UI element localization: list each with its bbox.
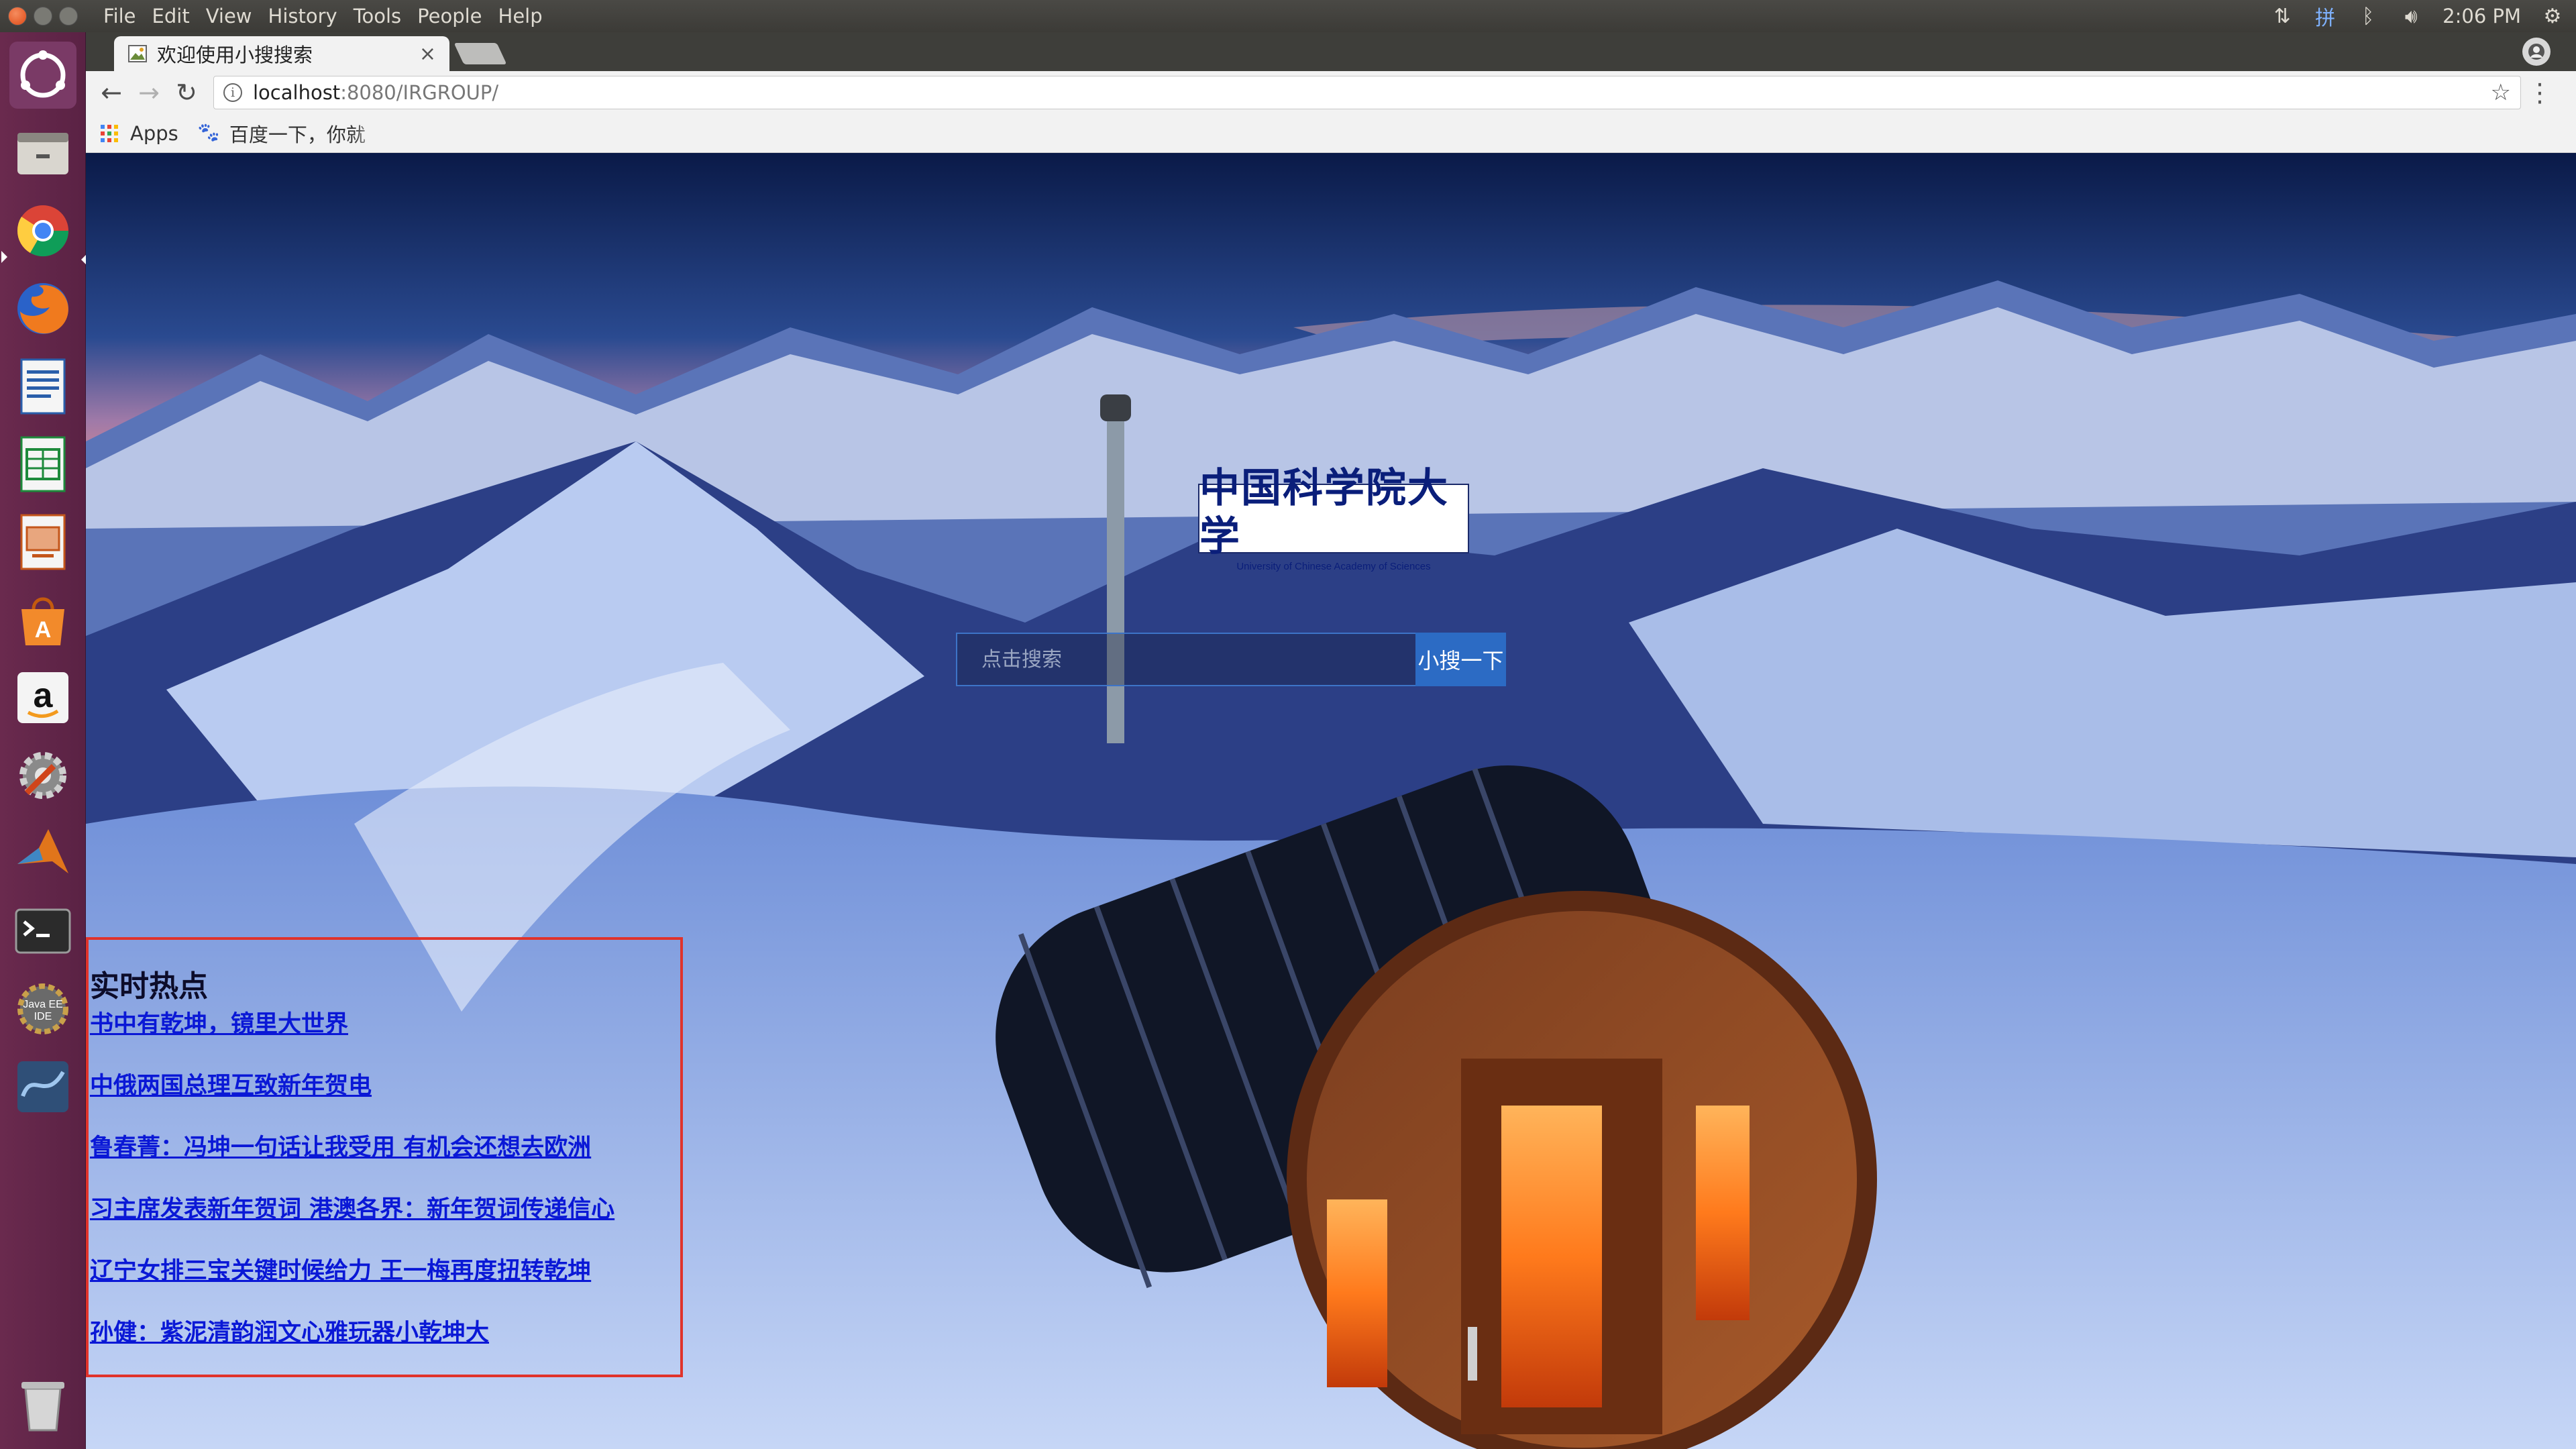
bookmark-baidu-label: 百度一下，你就 bbox=[229, 123, 366, 146]
profile-avatar-icon[interactable] bbox=[2522, 38, 2551, 66]
hot-topic-link[interactable]: 辽宁女排三宝关键时候给力 王一梅再度扭转乾坤 bbox=[90, 1256, 680, 1286]
svg-text:a: a bbox=[34, 676, 54, 715]
running-indicator bbox=[1, 251, 7, 263]
libreoffice-writer-icon[interactable] bbox=[9, 353, 76, 420]
svg-text:Java EE: Java EE bbox=[23, 999, 63, 1010]
input-method-icon[interactable]: 拼 bbox=[2314, 5, 2337, 30]
menu-people[interactable]: People bbox=[409, 0, 490, 32]
volume-icon[interactable]: 🔊︎ bbox=[2400, 5, 2422, 28]
libreoffice-calc-icon[interactable] bbox=[9, 431, 76, 498]
new-tab-button[interactable] bbox=[453, 43, 507, 64]
url-path: :8080/IRGROUP/ bbox=[340, 81, 499, 104]
window-maximize-button[interactable] bbox=[59, 7, 78, 25]
bookmark-apps[interactable]: Apps bbox=[101, 122, 178, 145]
bookmarks-bar: Apps 🐾︎ 百度一下，你就 bbox=[86, 114, 2576, 153]
window-minimize-button[interactable] bbox=[34, 7, 52, 25]
files-icon[interactable] bbox=[9, 119, 76, 186]
window-controls bbox=[8, 7, 87, 25]
window-close-button[interactable] bbox=[8, 7, 27, 25]
unity-launcher: A a Java EE IDE bbox=[0, 32, 87, 1449]
baidu-paw-icon: 🐾︎ bbox=[195, 121, 221, 145]
browser-menu-icon[interactable]: ⋮ bbox=[2521, 78, 2559, 107]
hot-topic-link[interactable]: 孙健：紫泥清韵润文心雅玩器小乾坤大 bbox=[90, 1318, 680, 1348]
logo-chinese-text: 中国科学院大学 bbox=[1199, 465, 1449, 560]
tab-active[interactable]: 欢迎使用小搜搜索 × bbox=[114, 36, 449, 71]
back-arrow-icon[interactable]: ← bbox=[93, 74, 130, 111]
firefox-icon[interactable] bbox=[9, 275, 76, 342]
top-panel: File Edit View History Tools People Help… bbox=[0, 0, 2576, 32]
software-center-icon[interactable]: A bbox=[9, 586, 76, 653]
ucas-logo: 中国科学院大学 University of Chinese Academy of… bbox=[1198, 465, 1469, 572]
clock[interactable]: 2:06 PM bbox=[2443, 5, 2521, 28]
page-viewport: 中国科学院大学 University of Chinese Academy of… bbox=[86, 153, 2576, 1449]
site-info-icon[interactable]: i bbox=[223, 83, 242, 102]
settings-gear-icon[interactable]: ⚙ bbox=[2541, 5, 2564, 28]
tab-close-icon[interactable]: × bbox=[419, 42, 436, 66]
system-settings-icon[interactable] bbox=[9, 742, 76, 809]
tab-title: 欢迎使用小搜搜索 bbox=[157, 44, 313, 66]
menu-view[interactable]: View bbox=[198, 0, 260, 32]
matlab-icon[interactable] bbox=[9, 820, 76, 887]
page-favicon-icon bbox=[128, 45, 147, 62]
chrome-window: 欢迎使用小搜搜索 × ← → ↻ i localhost:8080/IRGROU… bbox=[86, 32, 2576, 1449]
system-tray: ⇅ 拼 ᛒ 🔊︎ 2:06 PM ⚙ bbox=[2271, 5, 2564, 31]
search-input[interactable] bbox=[956, 633, 1417, 686]
menu-file[interactable]: File bbox=[95, 0, 144, 32]
bookmark-star-icon[interactable]: ☆ bbox=[2491, 79, 2511, 106]
svg-text:IDE: IDE bbox=[34, 1011, 52, 1022]
chrome-icon[interactable] bbox=[9, 197, 76, 264]
menu-tools[interactable]: Tools bbox=[345, 0, 409, 32]
hot-topic-link[interactable]: 习主席发表新年贺词 港澳各界：新年贺词传递信心 bbox=[90, 1195, 680, 1224]
hot-topics-title: 实时热点 bbox=[90, 969, 208, 1004]
address-bar[interactable]: i localhost:8080/IRGROUP/ ☆ bbox=[213, 76, 2521, 109]
browser-toolbar: ← → ↻ i localhost:8080/IRGROUP/ ☆ ⋮ bbox=[86, 71, 2576, 114]
hot-topic-link[interactable]: 鲁春菁：冯坤一句话让我受用 有机会还想去欧洲 bbox=[90, 1133, 680, 1163]
eclipse-java-ee-icon[interactable]: Java EE IDE bbox=[9, 975, 76, 1042]
search-button[interactable]: 小搜一下 bbox=[1415, 633, 1506, 686]
hot-topic-link[interactable]: 中俄两国总理互致新年贺电 bbox=[90, 1071, 680, 1101]
logo-english-text: University of Chinese Academy of Science… bbox=[1236, 561, 1431, 572]
url-host: localhost bbox=[253, 81, 341, 104]
forward-arrow-icon[interactable]: → bbox=[130, 74, 168, 111]
search-form: 小搜一下 bbox=[956, 633, 1506, 686]
svg-text:A: A bbox=[35, 617, 52, 643]
hot-topic-link[interactable]: 书中有乾坤，镜里大世界 bbox=[90, 1010, 680, 1039]
amazon-icon[interactable]: a bbox=[9, 664, 76, 731]
bookmark-baidu[interactable]: 🐾︎ 百度一下，你就 bbox=[196, 119, 384, 148]
terminal-icon[interactable] bbox=[9, 898, 76, 965]
tab-strip: 欢迎使用小搜搜索 × bbox=[86, 32, 2576, 71]
network-transfer-icon[interactable]: ⇅ bbox=[2271, 5, 2294, 28]
bluetooth-icon[interactable]: ᛒ bbox=[2357, 5, 2379, 28]
dash-home-icon[interactable] bbox=[9, 42, 76, 109]
reload-icon[interactable]: ↻ bbox=[168, 74, 205, 111]
wireshark-icon[interactable] bbox=[9, 1053, 76, 1120]
apps-grid-icon bbox=[101, 124, 118, 142]
trash-icon[interactable] bbox=[9, 1370, 76, 1437]
hot-topics-panel: 实时热点 书中有乾坤，镜里大世界 中俄两国总理互致新年贺电 鲁春菁：冯坤一句话让… bbox=[86, 937, 683, 1377]
app-menu-bar: File Edit View History Tools People Help bbox=[95, 0, 551, 32]
menu-edit[interactable]: Edit bbox=[144, 0, 198, 32]
libreoffice-impress-icon[interactable] bbox=[9, 508, 76, 576]
menu-history[interactable]: History bbox=[260, 0, 345, 32]
menu-help[interactable]: Help bbox=[490, 0, 551, 32]
bookmark-apps-label: Apps bbox=[130, 121, 178, 145]
